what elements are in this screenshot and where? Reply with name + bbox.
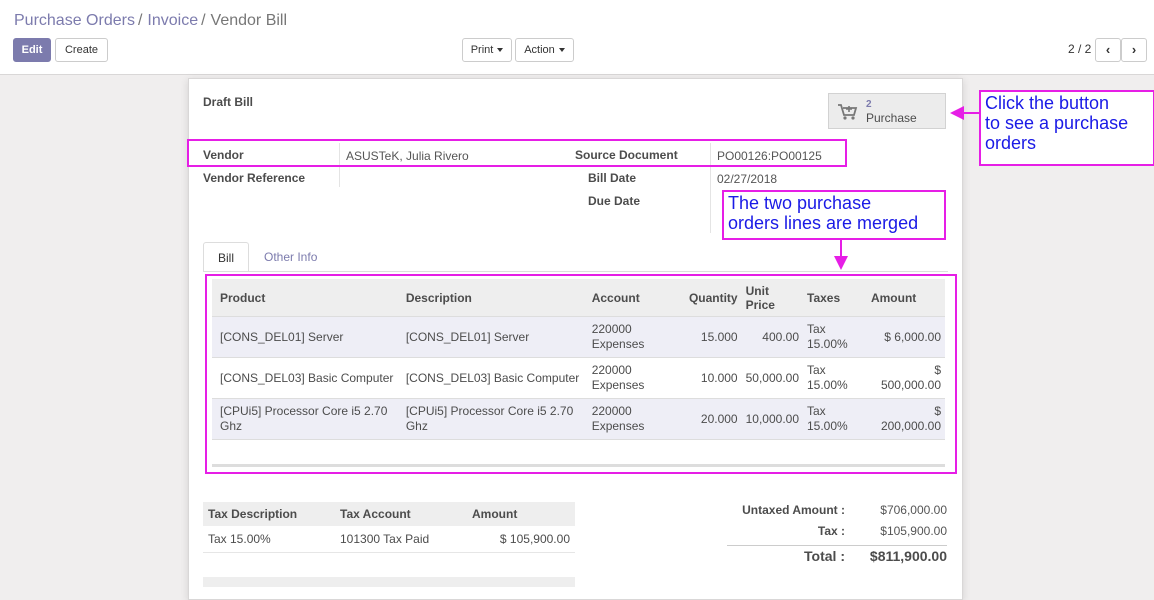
arrow-down-head-icon (834, 256, 848, 270)
arrow-left-head-icon (950, 106, 964, 120)
annotation-arrows (834, 106, 979, 270)
